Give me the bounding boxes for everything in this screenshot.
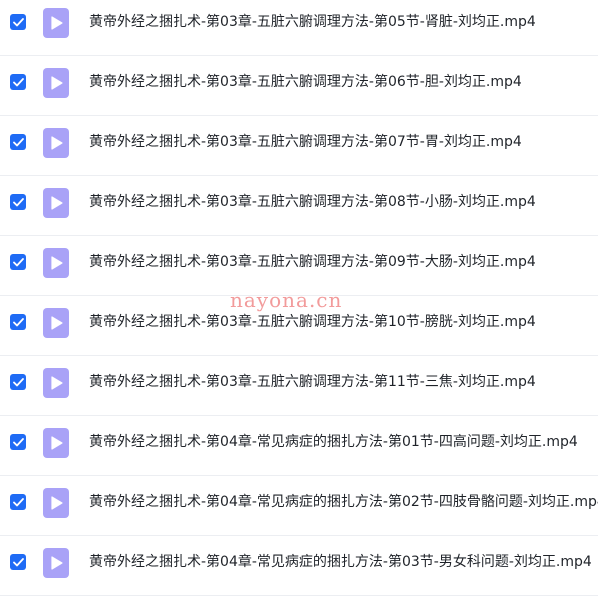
row-checkbox[interactable] [10, 14, 26, 30]
video-file-icon [43, 188, 69, 218]
row-checkbox[interactable] [10, 194, 26, 210]
checkmark-icon [12, 77, 24, 86]
checkmark-icon [12, 17, 24, 26]
play-icon [51, 316, 63, 330]
row-checkbox[interactable] [10, 254, 26, 270]
checkmark-icon [12, 437, 24, 446]
video-file-icon [43, 8, 69, 38]
row-checkbox[interactable] [10, 134, 26, 150]
file-row[interactable]: 黄帝外经之捆扎术-第04章-常见病症的捆扎方法-第02节-四肢骨骼问题-刘均正.… [0, 480, 598, 536]
checkmark-icon [12, 137, 24, 146]
play-icon [51, 496, 63, 510]
file-name[interactable]: 黄帝外经之捆扎术-第04章-常见病症的捆扎方法-第02节-四肢骨骼问题-刘均正.… [89, 492, 598, 512]
checkmark-icon [12, 377, 24, 386]
file-name[interactable]: 黄帝外经之捆扎术-第03章-五脏六腑调理方法-第06节-胆-刘均正.mp4 [89, 72, 522, 92]
file-name[interactable]: 黄帝外经之捆扎术-第03章-五脏六腑调理方法-第05节-肾脏-刘均正.mp4 [89, 12, 536, 32]
play-icon [51, 196, 63, 210]
file-name[interactable]: 黄帝外经之捆扎术-第03章-五脏六腑调理方法-第07节-胃-刘均正.mp4 [89, 132, 522, 152]
video-file-icon [43, 128, 69, 158]
video-file-icon [43, 68, 69, 98]
file-row[interactable]: 黄帝外经之捆扎术-第03章-五脏六腑调理方法-第07节-胃-刘均正.mp4 [0, 120, 598, 176]
play-icon [51, 16, 63, 30]
checkmark-icon [12, 197, 24, 206]
file-row[interactable]: 黄帝外经之捆扎术-第03章-五脏六腑调理方法-第09节-大肠-刘均正.mp4 [0, 240, 598, 296]
row-checkbox[interactable] [10, 494, 26, 510]
file-row[interactable]: 黄帝外经之捆扎术-第03章-五脏六腑调理方法-第06节-胆-刘均正.mp4 [0, 60, 598, 116]
file-row[interactable]: 黄帝外经之捆扎术-第04章-常见病症的捆扎方法-第03节-男女科问题-刘均正.m… [0, 540, 598, 596]
checkmark-icon [12, 557, 24, 566]
row-checkbox[interactable] [10, 374, 26, 390]
checkmark-icon [12, 317, 24, 326]
row-checkbox[interactable] [10, 314, 26, 330]
row-checkbox[interactable] [10, 74, 26, 90]
video-file-icon [43, 428, 69, 458]
checkmark-icon [12, 257, 24, 266]
file-name[interactable]: 黄帝外经之捆扎术-第03章-五脏六腑调理方法-第11节-三焦-刘均正.mp4 [89, 372, 536, 392]
play-icon [51, 376, 63, 390]
checkmark-icon [12, 497, 24, 506]
file-row[interactable]: 黄帝外经之捆扎术-第03章-五脏六腑调理方法-第11节-三焦-刘均正.mp4 [0, 360, 598, 416]
file-name[interactable]: 黄帝外经之捆扎术-第03章-五脏六腑调理方法-第10节-膀胱-刘均正.mp4 [89, 312, 536, 332]
play-icon [51, 76, 63, 90]
file-name[interactable]: 黄帝外经之捆扎术-第04章-常见病症的捆扎方法-第03节-男女科问题-刘均正.m… [89, 552, 592, 572]
video-file-icon [43, 248, 69, 278]
video-file-icon [43, 548, 69, 578]
row-checkbox[interactable] [10, 554, 26, 570]
video-file-icon [43, 308, 69, 338]
file-row[interactable]: 黄帝外经之捆扎术-第03章-五脏六腑调理方法-第10节-膀胱-刘均正.mp4 [0, 300, 598, 356]
file-list: 黄帝外经之捆扎术-第03章-五脏六腑调理方法-第05节-肾脏-刘均正.mp4 黄… [0, 0, 598, 599]
file-row[interactable]: 黄帝外经之捆扎术-第03章-五脏六腑调理方法-第08节-小肠-刘均正.mp4 [0, 180, 598, 236]
file-name[interactable]: 黄帝外经之捆扎术-第04章-常见病症的捆扎方法-第01节-四高问题-刘均正.mp… [89, 432, 578, 452]
video-file-icon [43, 368, 69, 398]
file-row[interactable]: 黄帝外经之捆扎术-第04章-常见病症的捆扎方法-第01节-四高问题-刘均正.mp… [0, 420, 598, 476]
row-checkbox[interactable] [10, 434, 26, 450]
file-name[interactable]: 黄帝外经之捆扎术-第03章-五脏六腑调理方法-第08节-小肠-刘均正.mp4 [89, 192, 536, 212]
play-icon [51, 136, 63, 150]
play-icon [51, 256, 63, 270]
file-row[interactable]: 黄帝外经之捆扎术-第03章-五脏六腑调理方法-第05节-肾脏-刘均正.mp4 [0, 0, 598, 56]
file-name[interactable]: 黄帝外经之捆扎术-第03章-五脏六腑调理方法-第09节-大肠-刘均正.mp4 [89, 252, 536, 272]
play-icon [51, 556, 63, 570]
video-file-icon [43, 488, 69, 518]
play-icon [51, 436, 63, 450]
